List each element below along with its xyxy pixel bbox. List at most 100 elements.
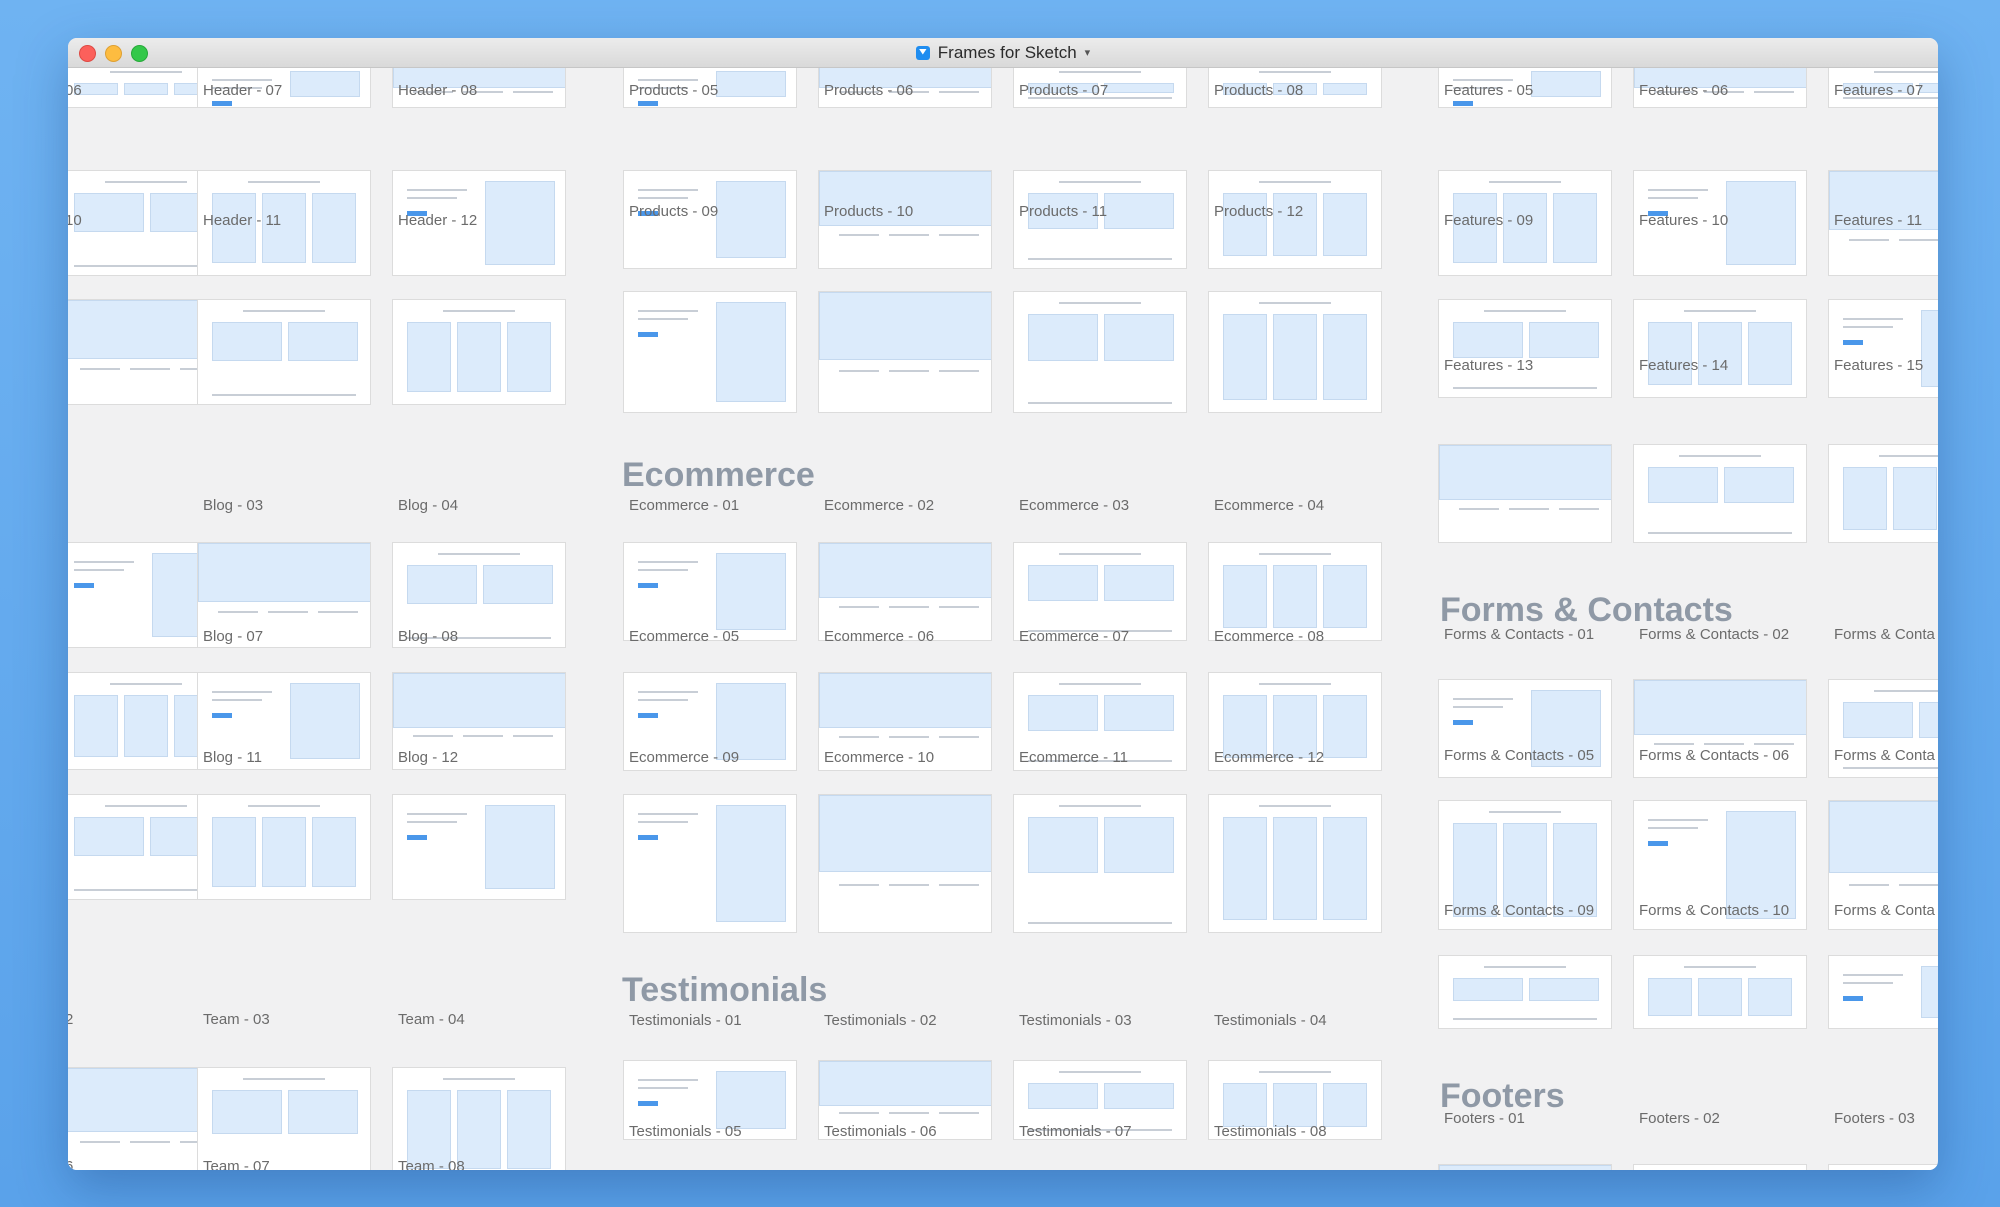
artboard-label[interactable]: Ecommerce - 09 — [629, 749, 739, 766]
artboard-label[interactable]: Header - 11 — [203, 212, 281, 229]
artboard-label[interactable]: Ecommerce - 12 — [1214, 749, 1324, 766]
artboard-label[interactable]: Features - 11 — [1834, 212, 1922, 229]
artboard-label[interactable]: Forms & Contacts - 05 — [1444, 747, 1594, 764]
artboard-label[interactable]: Blog - 11 — [203, 749, 262, 766]
artboard-label[interactable]: Testimonials - 07 — [1019, 1123, 1132, 1140]
artboard-label[interactable]: Blog - 12 — [398, 749, 458, 766]
artboard-thumbnail[interactable] — [624, 795, 796, 932]
artboard-label[interactable]: Features - 15 — [1834, 357, 1923, 374]
artboard-thumbnail[interactable] — [1014, 543, 1186, 640]
artboard-label[interactable]: Ecommerce - 05 — [629, 628, 739, 645]
artboard-thumbnail[interactable] — [198, 1068, 370, 1170]
artboard-thumbnail[interactable] — [1634, 956, 1806, 1028]
artboard-label[interactable]: Features - 13 — [1444, 357, 1533, 374]
artboard-label[interactable]: Products - 07 — [1019, 82, 1108, 99]
artboard-label[interactable]: Testimonials - 03 — [1019, 1012, 1132, 1029]
artboard-label[interactable]: Blog - 07 — [203, 628, 263, 645]
artboard-thumbnail[interactable] — [1439, 445, 1611, 542]
artboard-label[interactable]: Testimonials - 05 — [629, 1123, 742, 1140]
artboard-label[interactable]: Header - 08 — [398, 82, 477, 99]
artboard-label[interactable]: Ecommerce - 04 — [1214, 497, 1324, 514]
artboard-label[interactable]: Features - 09 — [1444, 212, 1533, 229]
artboard-thumbnail[interactable] — [393, 1068, 565, 1170]
artboard-thumbnail[interactable] — [1209, 292, 1381, 412]
artboard-label[interactable]: Products - 12 — [1214, 203, 1303, 220]
artboard-label[interactable]: Features - 05 — [1444, 82, 1533, 99]
artboard-label[interactable]: Products - 10 — [824, 203, 913, 220]
artboard-label[interactable]: Testimonials - 01 — [629, 1012, 742, 1029]
artboard-thumbnail[interactable] — [198, 300, 370, 404]
artboard-label[interactable]: Forms & Conta — [1834, 626, 1935, 643]
artboard-label[interactable]: Team - 03 — [203, 1011, 270, 1028]
artboard-label[interactable]: Ecommerce - 02 — [824, 497, 934, 514]
artboard-label[interactable]: Forms & Contacts - 02 — [1639, 626, 1789, 643]
artboard-thumbnail[interactable] — [1014, 795, 1186, 932]
maximize-window-button[interactable] — [131, 45, 148, 62]
artboard-label[interactable]: Forms & Conta — [1834, 902, 1935, 919]
artboard-thumbnail[interactable] — [393, 795, 565, 899]
artboard-thumbnail[interactable] — [1634, 445, 1806, 542]
artboard-thumbnail[interactable] — [624, 543, 796, 640]
artboard-label[interactable]: Testimonials - 04 — [1214, 1012, 1327, 1029]
artboard-label[interactable]: Header - 12 — [398, 212, 477, 229]
artboard-label[interactable]: Header - 07 — [203, 82, 282, 99]
artboard-label[interactable]: Forms & Conta — [1834, 747, 1935, 764]
artboard-label[interactable]: Footers - 03 — [1834, 1110, 1915, 1127]
artboard-label[interactable]: 06 — [68, 82, 82, 99]
artboard-label[interactable]: Testimonials - 06 — [824, 1123, 937, 1140]
artboard-label[interactable]: Ecommerce - 06 — [824, 628, 934, 645]
artboard-label[interactable]: Blog - 08 — [398, 628, 458, 645]
artboard-label[interactable]: 6 — [68, 1158, 73, 1170]
artboard-thumbnail[interactable] — [1634, 1165, 1806, 1170]
artboard-label[interactable]: Ecommerce - 07 — [1019, 628, 1129, 645]
artboard-thumbnail[interactable] — [1829, 445, 1938, 542]
artboard-label[interactable]: Ecommerce - 10 — [824, 749, 934, 766]
artboard-label[interactable]: Team - 08 — [398, 1158, 465, 1170]
artboard-label[interactable]: Team - 07 — [203, 1158, 270, 1170]
artboard-thumbnail[interactable] — [1634, 300, 1806, 397]
artboard-thumbnail[interactable] — [819, 795, 991, 932]
artboard-label[interactable]: Features - 14 — [1639, 357, 1728, 374]
artboard-label[interactable]: Forms & Contacts - 10 — [1639, 902, 1789, 919]
artboard-thumbnail[interactable] — [819, 292, 991, 412]
artboard-thumbnail[interactable] — [1209, 795, 1381, 932]
artboard-label[interactable]: Products - 08 — [1214, 82, 1303, 99]
artboard-label[interactable]: Forms & Contacts - 01 — [1444, 626, 1594, 643]
artboard-thumbnail[interactable] — [1829, 300, 1938, 397]
artboard-label[interactable]: Testimonials - 02 — [824, 1012, 937, 1029]
artboard-label[interactable]: 10 — [68, 212, 82, 229]
artboard-label[interactable]: 2 — [68, 1011, 73, 1028]
artboard-label[interactable]: Features - 07 — [1834, 82, 1923, 99]
artboard-thumbnail[interactable] — [1209, 543, 1381, 640]
artboard-label[interactable]: Ecommerce - 08 — [1214, 628, 1324, 645]
artboard-label[interactable]: Team - 04 — [398, 1011, 465, 1028]
artboard-label[interactable]: Blog - 04 — [398, 497, 458, 514]
artboard-thumbnail[interactable] — [819, 543, 991, 640]
artboard-label[interactable]: Products - 05 — [629, 82, 718, 99]
artboard-label[interactable]: Testimonials - 08 — [1214, 1123, 1327, 1140]
artboard-thumbnail[interactable] — [624, 292, 796, 412]
artboard-label[interactable]: Ecommerce - 01 — [629, 497, 739, 514]
artboard-thumbnail[interactable] — [198, 795, 370, 899]
artboard-thumbnail[interactable] — [1829, 956, 1938, 1028]
artboard-label[interactable]: Footers - 02 — [1639, 1110, 1720, 1127]
artboard-thumbnail[interactable] — [1829, 1165, 1938, 1170]
artboard-label[interactable]: Forms & Contacts - 09 — [1444, 902, 1594, 919]
artboard-label[interactable]: Forms & Contacts - 06 — [1639, 747, 1789, 764]
artboard-thumbnail[interactable] — [1439, 1165, 1611, 1170]
artboard-label[interactable]: Products - 11 — [1019, 203, 1107, 220]
artboard-thumbnail[interactable] — [1439, 956, 1611, 1028]
artboard-label[interactable]: Footers - 01 — [1444, 1110, 1525, 1127]
artboard-label[interactable]: Features - 10 — [1639, 212, 1728, 229]
artboard-canvas[interactable]: Ecommerce Testimonials Forms & Contacts … — [68, 68, 1938, 1170]
artboard-label[interactable]: Ecommerce - 03 — [1019, 497, 1129, 514]
artboard-label[interactable]: Blog - 03 — [203, 497, 263, 514]
artboard-thumbnail[interactable] — [1439, 300, 1611, 397]
artboard-label[interactable]: Products - 09 — [629, 203, 718, 220]
artboard-thumbnail[interactable] — [1014, 292, 1186, 412]
window-title-menu[interactable]: Frames for Sketch ▾ — [915, 43, 1090, 63]
artboard-thumbnail[interactable] — [393, 300, 565, 404]
artboard-label[interactable]: Features - 06 — [1639, 82, 1728, 99]
minimize-window-button[interactable] — [105, 45, 122, 62]
close-window-button[interactable] — [79, 45, 96, 62]
